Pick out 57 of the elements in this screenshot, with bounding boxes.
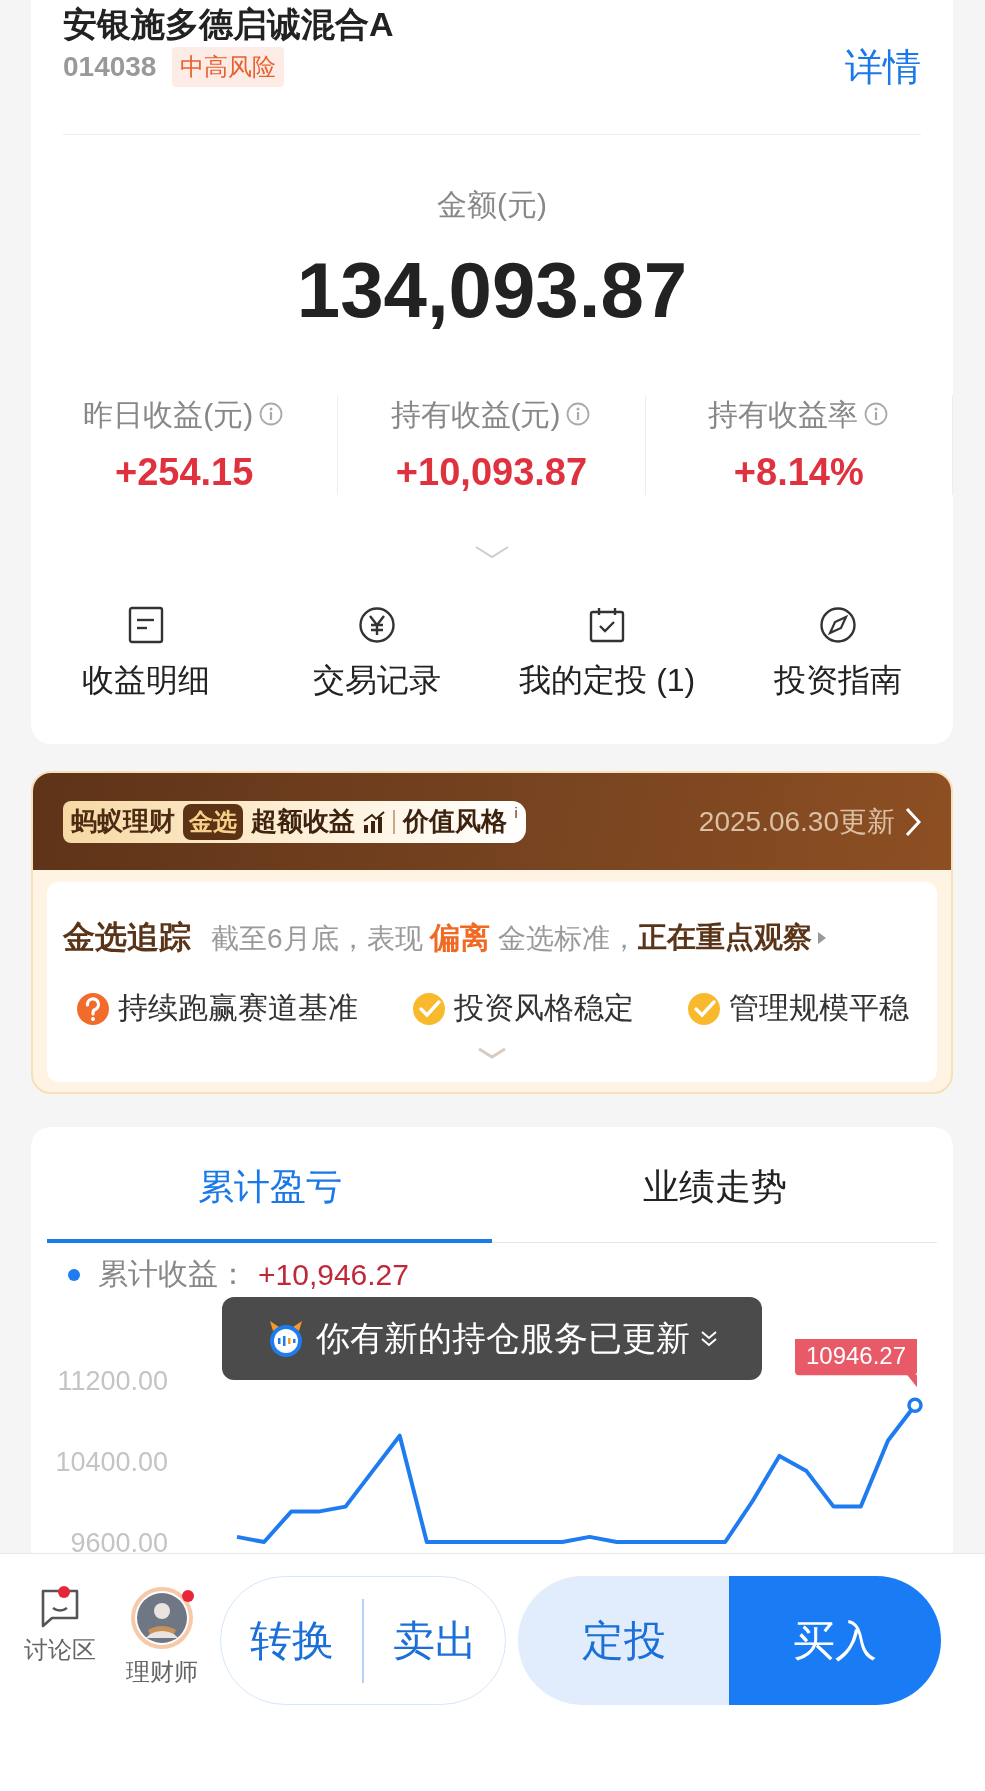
discussion-button[interactable]: 讨论区 <box>24 1588 96 1666</box>
stat-value: +254.15 <box>114 450 254 495</box>
legend-label: 累计收益： <box>98 1256 248 1292</box>
update-date: 2025.06.30更新 <box>698 804 895 839</box>
tracking-text: 截至6月底，表现 偏离 金选标准， <box>211 919 639 956</box>
fund-title: 安银施多德启诚混合A <box>62 4 395 44</box>
criterion-label: 持续跑赢赛道基准 <box>118 990 358 1026</box>
yen-icon <box>357 606 396 644</box>
shortcut-button[interactable]: 交易记录 <box>261 606 492 700</box>
convert-button[interactable]: 转换 <box>221 1577 362 1704</box>
stat-label: 持有收益(元) <box>390 396 561 433</box>
chevron-down-icon[interactable] <box>474 545 510 559</box>
shortcut-button[interactable]: 投资指南 <box>722 606 953 700</box>
info-mark: i <box>514 804 518 821</box>
axis-label: 9600.00 <box>70 1527 168 1558</box>
brand-label: 蚂蚁理财 <box>71 805 175 838</box>
feature-label: 超额收益 <box>251 805 355 838</box>
point-marker <box>907 1397 923 1413</box>
legend-value: +10,946.27 <box>258 1257 409 1292</box>
style-label: 价值风格 <box>402 805 507 838</box>
stat-label: 持有收益率 <box>707 396 858 433</box>
document-icon <box>127 606 166 644</box>
chart-tab[interactable]: 累计盈亏 <box>47 1127 492 1243</box>
watch-status-link[interactable]: 正在重点观察 <box>638 918 827 958</box>
tracking-title: 金选追踪 <box>63 918 191 957</box>
notification-toast[interactable]: 你有新的持仓服务已更新 <box>222 1297 762 1380</box>
chevron-down-icon[interactable] <box>477 1047 507 1060</box>
stat-label: 昨日收益(元) <box>83 396 254 433</box>
shortcut-button[interactable]: 收益明细 <box>31 606 262 700</box>
criterion-label: 管理规模平稳 <box>729 990 909 1026</box>
shortcut-button[interactable]: 我的定投 (1) <box>492 606 723 700</box>
fund-code: 014038 <box>63 51 157 83</box>
badge-label: 金选 <box>183 803 243 840</box>
stat-value: +10,093.87 <box>395 450 588 495</box>
amount-label: 金额(元) <box>436 187 548 223</box>
advisor-button[interactable]: 理财师 <box>126 1586 198 1688</box>
buy-button[interactable]: 买入 <box>729 1576 941 1705</box>
double-chevron-down-icon <box>700 1330 718 1347</box>
axis-label: 11200.00 <box>57 1365 168 1396</box>
amount-value: 134,093.87 <box>295 245 689 335</box>
sell-button[interactable]: 卖出 <box>364 1577 505 1704</box>
auto-invest-button[interactable]: 定投 <box>518 1576 729 1705</box>
compass-icon <box>818 606 857 644</box>
chat-bubble-icon <box>40 1588 80 1628</box>
calendar-check-icon <box>588 606 627 644</box>
axis-label: 10400.00 <box>55 1446 168 1477</box>
info-icon[interactable] <box>863 402 890 428</box>
criterion-label: 投资风格稳定 <box>453 990 634 1026</box>
fund-selection-banner[interactable]: 蚂蚁理财 金选 超额收益 价值风格 i 2025.06.30更新 <box>33 773 951 870</box>
legend-dot-icon <box>68 1268 80 1281</box>
stat-value: +8.14% <box>733 450 864 495</box>
chevron-right-icon <box>905 806 921 837</box>
details-link[interactable]: 详情 <box>845 41 921 93</box>
risk-tag: 中高风险 <box>172 47 285 87</box>
bar-chart-icon <box>363 810 385 833</box>
chart-tab[interactable]: 业绩走势 <box>492 1127 937 1243</box>
triangle-right-icon <box>818 932 827 944</box>
